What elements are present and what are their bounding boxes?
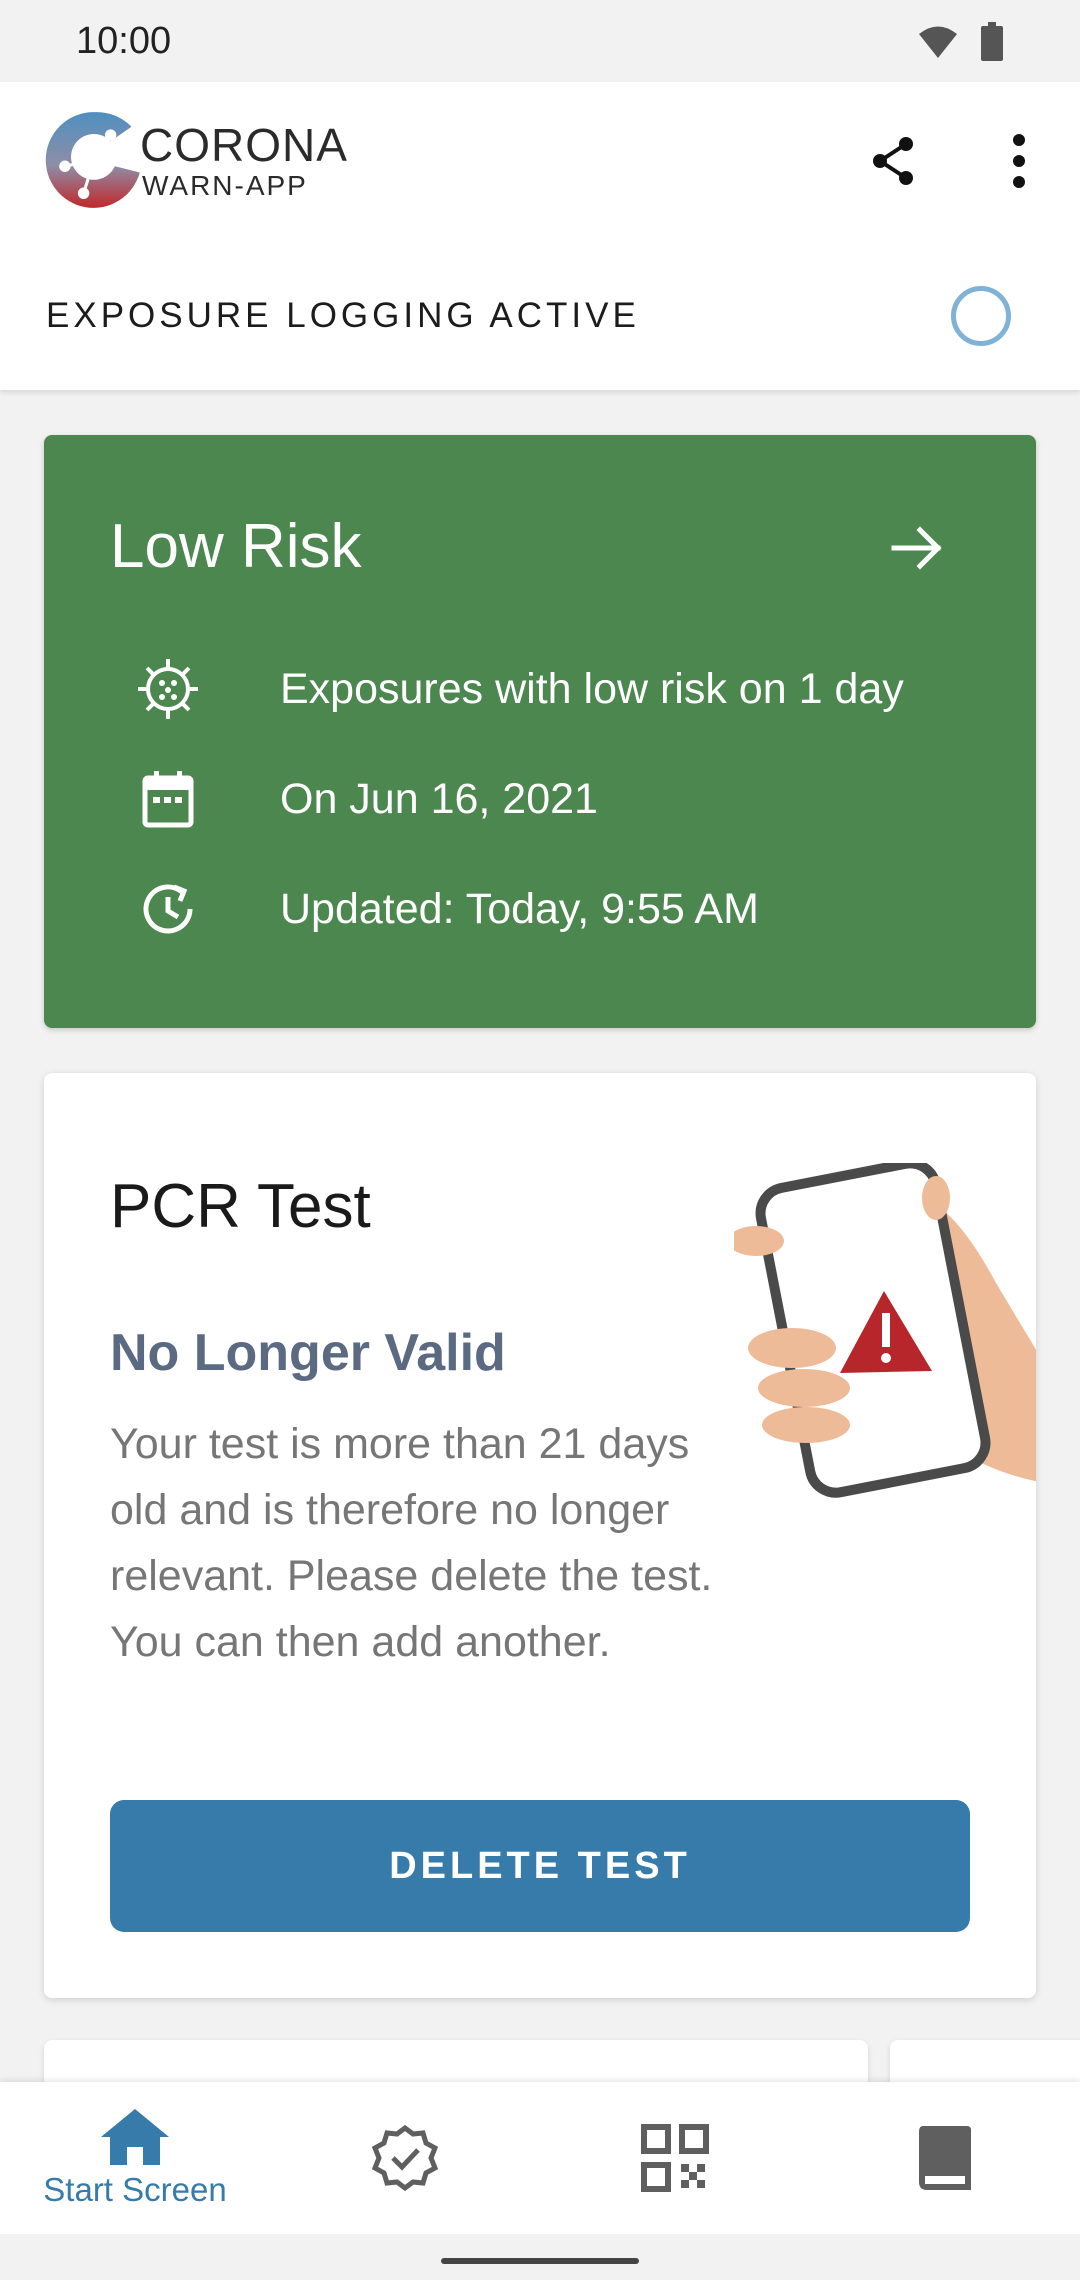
nav-scan-qr[interactable] <box>540 2082 810 2234</box>
risk-row-updated: Updated: Today, 9:55 AM <box>132 873 759 945</box>
pcr-description: Your test is more than 21 days old and i… <box>110 1420 713 1666</box>
certificate-icon <box>371 2124 439 2192</box>
exposure-logging-status[interactable]: EXPOSURE LOGGING ACTIVE <box>46 296 640 336</box>
risk-row-date: On Jun 16, 2021 <box>132 763 598 835</box>
status-time: 10:00 <box>76 20 172 62</box>
status-icons <box>918 22 1004 62</box>
clock-refresh-icon <box>143 884 193 934</box>
risk-title: Low Risk <box>110 512 362 581</box>
exposure-logging-indicator-icon <box>951 286 1011 346</box>
pcr-test-card[interactable]: PCR Test No Longer Valid Your test is mo… <box>44 1073 1036 1998</box>
bottom-navigation: Start Screen <box>0 2082 1080 2234</box>
arrow-right-icon <box>891 526 942 570</box>
nav-start-screen[interactable]: Start Screen <box>0 2082 270 2234</box>
status-bar: 10:00 <box>0 0 1080 82</box>
phone-warning-illustration <box>734 1163 1036 1498</box>
risk-card[interactable]: Low Risk Exposures with low risk on 1 da… <box>44 435 1036 1028</box>
risk-row-exposures: Exposures with low risk on 1 day <box>132 653 904 725</box>
nav-certificates[interactable] <box>270 2082 540 2234</box>
battery-icon <box>981 22 1003 61</box>
risk-date-text: On Jun 16, 2021 <box>280 774 598 823</box>
share-icon[interactable] <box>866 132 924 190</box>
app-header: CORONA WARN-APP EXPOSURE LOGGING ACTIVE <box>0 82 1080 390</box>
pcr-title: PCR Test <box>110 1172 371 1241</box>
more-vert-icon[interactable] <box>990 132 1048 190</box>
delete-test-button[interactable]: DELETE TEST <box>110 1800 970 1932</box>
risk-exposures-text: Exposures with low risk on 1 day <box>280 664 904 713</box>
qr-code-icon <box>641 2124 709 2192</box>
diary-book-icon <box>919 2126 971 2190</box>
nav-start-screen-label: Start Screen <box>43 2171 227 2208</box>
home-icon <box>101 2109 169 2165</box>
calendar-icon <box>142 771 194 828</box>
pcr-status: No Longer Valid <box>110 1324 506 1382</box>
corona-warn-app-logo <box>45 112 140 208</box>
wifi-icon <box>919 26 957 58</box>
gesture-handle[interactable] <box>441 2258 639 2264</box>
logo-subtitle: WARN-APP <box>142 170 308 201</box>
risk-updated-text: Updated: Today, 9:55 AM <box>280 884 759 933</box>
virus-icon <box>138 659 198 719</box>
nav-contact-diary[interactable] <box>810 2082 1080 2234</box>
logo-title: CORONA <box>140 119 348 171</box>
gesture-area <box>0 2234 1080 2280</box>
